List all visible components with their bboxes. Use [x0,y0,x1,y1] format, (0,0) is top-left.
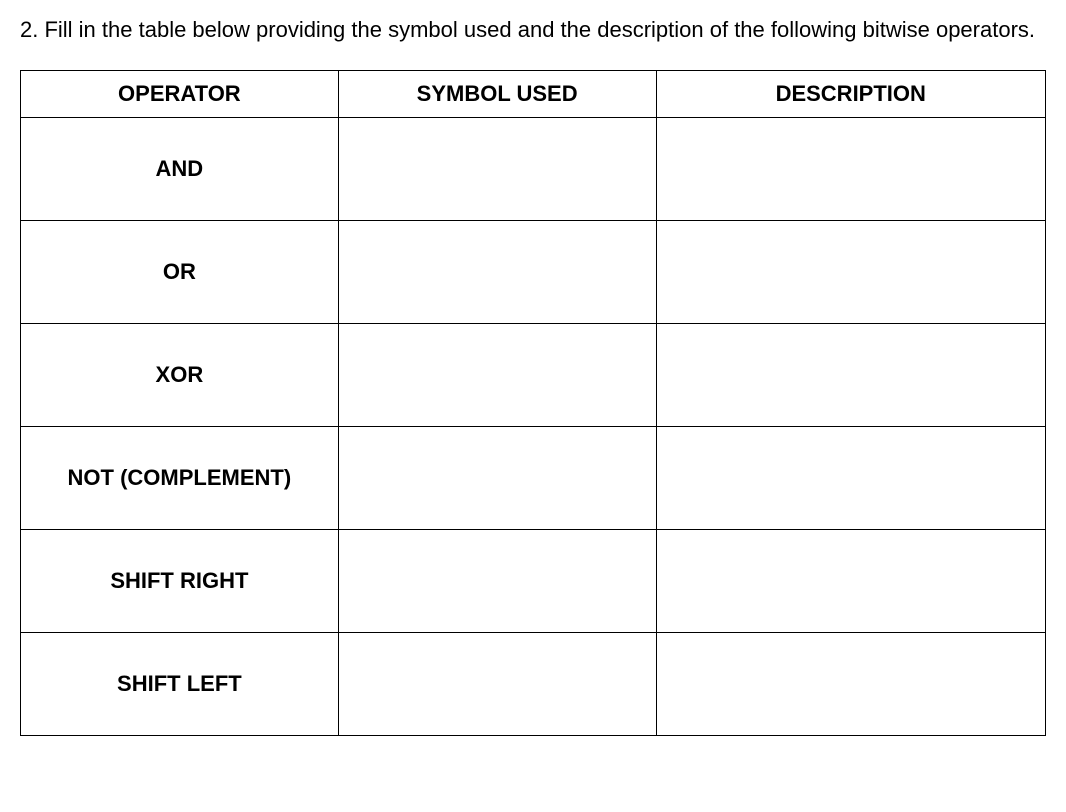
cell-symbol[interactable] [338,529,656,632]
cell-symbol[interactable] [338,323,656,426]
cell-symbol[interactable] [338,632,656,735]
cell-description[interactable] [656,529,1046,632]
cell-operator: SHIFT RIGHT [21,529,339,632]
cell-description[interactable] [656,220,1046,323]
table-row: AND [21,117,1046,220]
cell-description[interactable] [656,117,1046,220]
cell-description[interactable] [656,426,1046,529]
table-row: NOT (COMPLEMENT) [21,426,1046,529]
table-row: SHIFT RIGHT [21,529,1046,632]
cell-description[interactable] [656,632,1046,735]
cell-operator: AND [21,117,339,220]
cell-operator: XOR [21,323,339,426]
cell-symbol[interactable] [338,426,656,529]
table-row: SHIFT LEFT [21,632,1046,735]
operators-table: OPERATOR SYMBOL USED DESCRIPTION AND OR … [20,70,1046,736]
table-row: OR [21,220,1046,323]
header-symbol: SYMBOL USED [338,70,656,117]
cell-symbol[interactable] [338,220,656,323]
header-operator: OPERATOR [21,70,339,117]
cell-symbol[interactable] [338,117,656,220]
table-header-row: OPERATOR SYMBOL USED DESCRIPTION [21,70,1046,117]
table-row: XOR [21,323,1046,426]
cell-description[interactable] [656,323,1046,426]
cell-operator: NOT (COMPLEMENT) [21,426,339,529]
cell-operator: SHIFT LEFT [21,632,339,735]
header-description: DESCRIPTION [656,70,1046,117]
question-prompt: 2. Fill in the table below providing the… [20,14,1046,46]
cell-operator: OR [21,220,339,323]
